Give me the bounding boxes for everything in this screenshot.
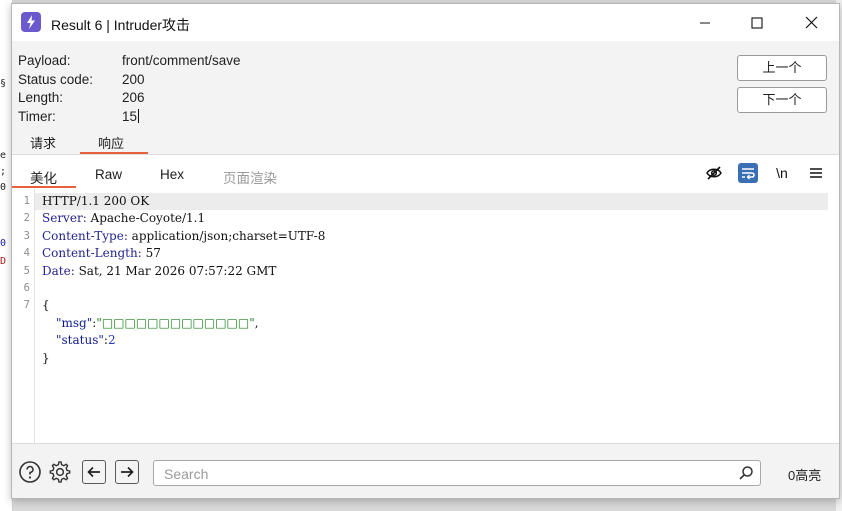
next-result-button[interactable]: 下一个 (737, 87, 827, 113)
response-editor[interactable]: 1 2 3 4 5 6 7 HTTP/1.1 200 OK Server: Ap… (12, 189, 839, 444)
http-status-line: HTTP/1.1 200 OK (42, 194, 150, 208)
line-number: 2 (23, 212, 30, 224)
bg-text: 0 (0, 182, 7, 193)
line-number: 6 (23, 282, 30, 294)
header-value: Apache-Coyote/1.1 (90, 211, 206, 225)
json-comma: , (254, 316, 259, 330)
line-number: 7 (23, 299, 30, 311)
header-value: application/json;charset=UTF-8 (131, 229, 326, 243)
minimize-icon (700, 22, 710, 23)
highlight-count: 0高亮 (788, 468, 822, 483)
header-name: Date (42, 264, 71, 278)
line-number: 3 (23, 230, 30, 242)
eye-off-icon[interactable] (704, 163, 724, 183)
newline-toggle-icon[interactable]: \n (772, 163, 792, 183)
minimize-button[interactable] (682, 4, 728, 41)
view-tabs-bar: 美化 Raw Hex 页面渲染 \n (12, 154, 839, 190)
tab-response[interactable]: 响应 (98, 133, 124, 152)
status-code-value: 200 (122, 72, 145, 87)
current-line-highlight (35, 193, 828, 210)
header-line: Server: Apache-Coyote/1.1 (42, 211, 206, 225)
title-bar[interactable]: Result 6 | Intruder攻击 (12, 4, 839, 41)
line-number-gutter: 1 2 3 4 5 6 7 (12, 189, 35, 443)
search-icon[interactable] (738, 465, 754, 486)
bg-text: D (0, 256, 7, 267)
previous-result-button[interactable]: 上一个 (737, 55, 827, 81)
back-arrow-icon[interactable] (82, 460, 106, 484)
header-line: Date: Sat, 21 Mar 2026 07:57:22 GMT (42, 264, 277, 278)
header-value: Sat, 21 Mar 2026 07:57:22 GMT (78, 264, 277, 278)
bg-text: ; (0, 166, 7, 177)
maximize-button[interactable] (734, 4, 780, 41)
line-number: 1 (23, 195, 30, 207)
bg-text: 0 (0, 238, 7, 249)
header-name: Server (42, 211, 83, 225)
tab-pretty[interactable]: 美化 (30, 167, 57, 187)
json-key-status: "status" (56, 333, 104, 347)
timer-value-wrap: 15 (122, 109, 140, 124)
wrap-lines-icon[interactable] (738, 163, 758, 183)
search-input[interactable] (162, 463, 726, 485)
tab-request[interactable]: 请求 (30, 133, 56, 152)
json-close-brace: } (42, 351, 50, 365)
tab-raw[interactable]: Raw (95, 167, 122, 182)
line-number: 5 (23, 265, 30, 277)
line-number: 4 (23, 247, 30, 259)
header-name: Content-Type (42, 229, 124, 243)
length-value: 206 (122, 90, 145, 105)
search-bar: 0高亮 (12, 444, 839, 498)
status-code-label: Status code: (18, 72, 94, 87)
timer-label: Timer: (18, 109, 56, 124)
request-response-tabs: 请求 响应 (12, 128, 839, 154)
bg-text: e (0, 150, 7, 161)
tab-render[interactable]: 页面渲染 (223, 167, 277, 187)
json-status-line: "status":2 (56, 333, 116, 347)
bg-text: § (0, 78, 7, 89)
close-icon (805, 16, 817, 29)
payload-value: front/comment/save (122, 53, 241, 68)
burp-lightning-icon (21, 12, 41, 32)
payload-label: Payload: (18, 53, 71, 68)
header-line: Content-Length: 57 (42, 246, 161, 260)
length-label: Length: (18, 90, 64, 105)
json-value-msg: "□□□□□□□□□□□□□" (96, 316, 255, 330)
tab-hex[interactable]: Hex (160, 167, 184, 182)
json-msg-line: "msg":"□□□□□□□□□□□□□", (56, 316, 259, 330)
settings-icon[interactable] (48, 460, 72, 484)
search-field[interactable] (153, 460, 761, 486)
json-open-brace: { (42, 298, 50, 312)
help-icon[interactable] (18, 460, 42, 484)
window-title: Result 6 | Intruder攻击 (51, 17, 191, 33)
header-name: Content-Length (42, 246, 138, 260)
result-window: Result 6 | Intruder攻击 Payload: front/com… (11, 3, 840, 499)
timer-value: 15 (122, 109, 138, 124)
close-button[interactable] (788, 4, 834, 41)
header-line: Content-Type: application/json;charset=U… (42, 229, 326, 243)
json-key-msg: "msg" (56, 316, 93, 330)
menu-icon[interactable] (806, 163, 826, 183)
header-value: 57 (145, 246, 161, 260)
maximize-icon (751, 16, 763, 29)
text-cursor (138, 109, 140, 123)
active-view-underline (12, 186, 76, 188)
json-value-status: 2 (107, 333, 116, 347)
forward-arrow-icon[interactable] (115, 460, 139, 484)
